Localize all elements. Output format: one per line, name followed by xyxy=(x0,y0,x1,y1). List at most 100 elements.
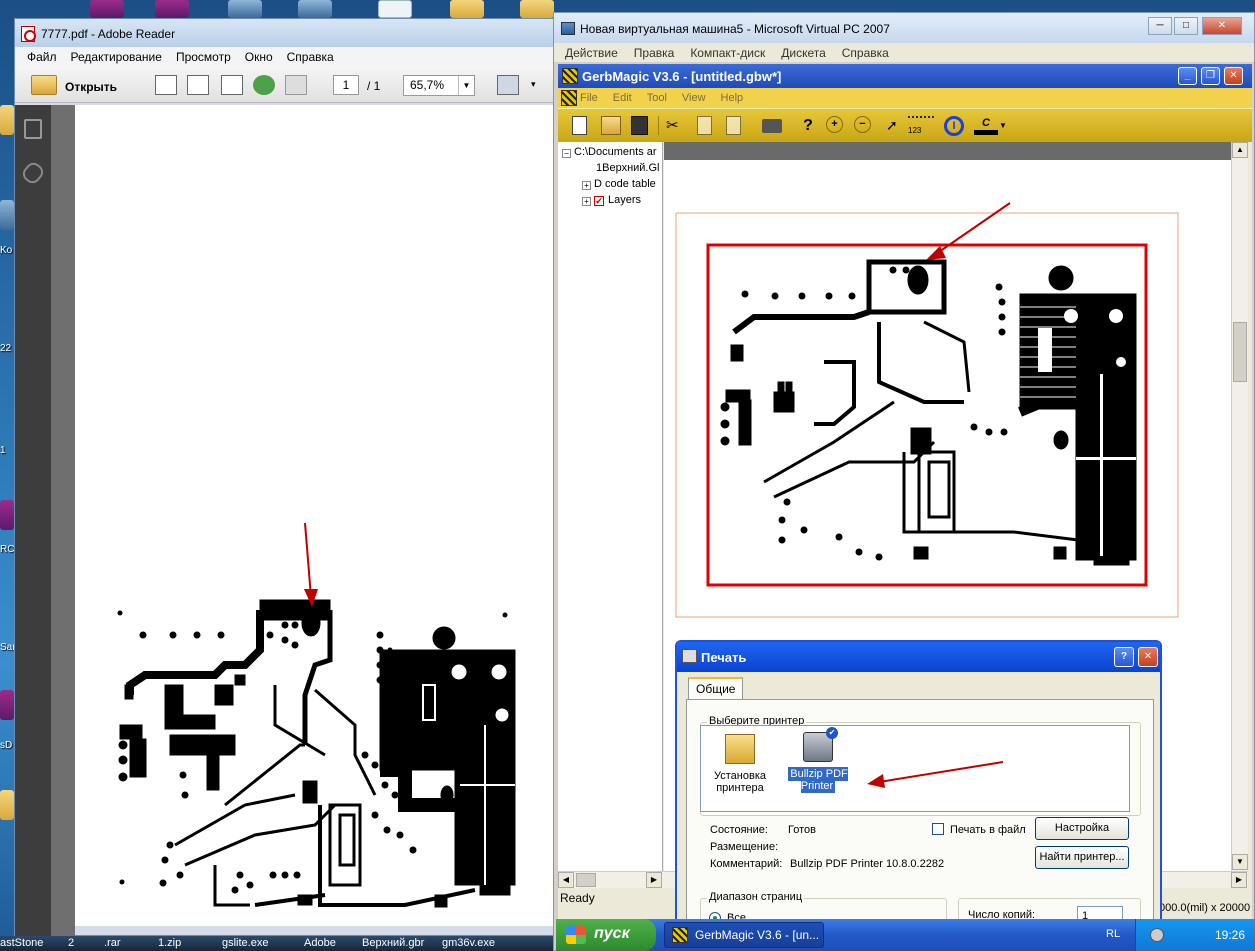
checkbox-checked-icon[interactable]: ✔ xyxy=(594,196,604,206)
folder-icon[interactable] xyxy=(520,0,554,18)
desktop-file-label[interactable]: Adobe xyxy=(304,937,336,949)
menu-edit[interactable]: Edit xyxy=(613,92,632,104)
computer-icon[interactable] xyxy=(228,0,262,18)
start-button[interactable]: пуск xyxy=(556,919,656,951)
scroll-down-icon[interactable]: ▼ xyxy=(1232,854,1248,870)
zoom-in-icon[interactable]: + xyxy=(826,116,843,133)
rar-archive-icon[interactable] xyxy=(155,0,189,18)
gerbmagic-titlebar[interactable]: GerbMagic V3.6 - [untitled.gbw*] _ ❐ ✕ xyxy=(558,64,1252,88)
folder-icon[interactable] xyxy=(450,0,484,18)
pdf-page[interactable] xyxy=(75,105,564,926)
help-icon[interactable]: ? xyxy=(798,116,818,135)
scroll-right-icon[interactable]: ▶ xyxy=(1231,872,1247,888)
folder-icon[interactable] xyxy=(0,105,14,135)
open-folder-icon[interactable] xyxy=(31,75,57,95)
taskbar-item-gerbmagic[interactable]: GerbMagic V3.6 - [un... xyxy=(664,922,824,948)
document-icon[interactable] xyxy=(378,0,412,18)
printer-item-bullzip[interactable]: Bullzip PDF Printer xyxy=(783,727,853,793)
tree-dcode[interactable]: + D code table xyxy=(582,178,656,190)
menu-help[interactable]: Справка xyxy=(842,46,889,60)
desktop-file-label[interactable]: Верхний.gbr xyxy=(362,937,424,949)
print-dialog-titlebar[interactable]: Печать ? ✕ xyxy=(677,642,1160,672)
measure-icon[interactable]: 123 xyxy=(908,116,934,135)
combine-files-icon[interactable] xyxy=(187,75,209,95)
expand-icon[interactable]: + xyxy=(582,181,591,190)
cut-icon[interactable]: ✂ xyxy=(666,116,686,135)
menu-edit[interactable]: Редактирование xyxy=(71,50,162,64)
menu-edit[interactable]: Правка xyxy=(634,46,675,60)
menu-view[interactable]: View xyxy=(682,92,706,104)
close-button[interactable]: ✕ xyxy=(1224,67,1243,85)
zoom-select[interactable]: 65,7% ▼ xyxy=(403,75,475,96)
menu-help[interactable]: Справка xyxy=(287,50,334,64)
menu-file[interactable]: File xyxy=(580,92,598,104)
close-button[interactable]: ✕ xyxy=(1138,647,1158,667)
menu-floppy[interactable]: Дискета xyxy=(781,46,826,60)
upload-icon[interactable] xyxy=(253,75,275,95)
menu-action[interactable]: Действие xyxy=(565,46,618,60)
fullscreen-icon[interactable] xyxy=(497,75,519,95)
network-icon[interactable] xyxy=(298,0,332,18)
scroll-thumb[interactable] xyxy=(576,873,596,887)
tree-file[interactable]: 1Верхний.Gl xyxy=(596,162,660,174)
open-folder-icon[interactable] xyxy=(601,116,621,135)
chevron-down-icon[interactable]: ▼ xyxy=(999,116,1007,135)
desktop-file-label[interactable]: .rar xyxy=(104,937,121,949)
toolbar-overflow-icon[interactable]: ▾ xyxy=(531,79,536,90)
tree-layers[interactable]: + ✔ Layers xyxy=(582,194,641,206)
scroll-left-icon[interactable]: ◀ xyxy=(558,872,574,888)
info-icon[interactable]: I xyxy=(944,116,964,136)
collapse-icon[interactable]: − xyxy=(562,149,571,158)
print-to-file-checkbox[interactable] xyxy=(932,823,944,835)
desktop-file-label[interactable]: 1.zip xyxy=(158,937,181,949)
expand-icon[interactable]: + xyxy=(582,197,591,206)
sign-icon[interactable] xyxy=(221,75,243,95)
pointer-icon[interactable]: ➚ xyxy=(886,116,906,135)
vpc-titlebar[interactable]: Новая виртуальная машина5 - Microsoft Vi… xyxy=(554,13,1254,43)
desktop-file-label[interactable]: gslite.exe xyxy=(222,937,268,949)
open-button[interactable]: Открыть xyxy=(65,80,117,94)
scroll-up-icon[interactable]: ▲ xyxy=(1232,142,1248,158)
page-number-input[interactable]: 1 xyxy=(333,75,359,95)
minimize-button[interactable]: _ xyxy=(1178,67,1197,85)
maximize-button[interactable]: □ xyxy=(1174,17,1198,35)
menu-view[interactable]: Просмотр xyxy=(176,50,231,64)
save-icon[interactable] xyxy=(285,75,307,95)
save-icon[interactable] xyxy=(631,116,648,135)
pages-panel-icon[interactable] xyxy=(24,119,42,139)
vertical-scrollbar[interactable]: ▲ ▼ xyxy=(1231,142,1248,871)
color-icon[interactable]: C xyxy=(974,116,998,135)
find-printer-button[interactable]: Найти принтер... xyxy=(1035,846,1129,869)
rar-archive-icon[interactable] xyxy=(90,0,124,18)
close-button[interactable]: ✕ xyxy=(1202,17,1242,35)
desktop-file-label[interactable]: astStone xyxy=(0,937,43,949)
language-indicator[interactable]: RL xyxy=(1106,928,1120,940)
tree-root[interactable]: − C:\Documents ar xyxy=(562,146,657,158)
attachment-icon[interactable] xyxy=(19,159,47,187)
recycle-bin-icon[interactable] xyxy=(0,200,14,230)
desktop-file-label[interactable]: 2 xyxy=(68,937,74,949)
scroll-right-icon[interactable]: ▶ xyxy=(646,872,662,888)
tray-volume-icon[interactable] xyxy=(1150,928,1164,942)
adobe-titlebar[interactable]: 7777.pdf - Adobe Reader xyxy=(15,19,563,47)
paste-icon[interactable] xyxy=(726,116,741,135)
menu-cd[interactable]: Компакт-диск xyxy=(690,46,765,60)
rar-archive-icon[interactable] xyxy=(0,690,14,720)
rar-archive-icon[interactable] xyxy=(0,500,14,530)
new-file-icon[interactable] xyxy=(572,116,587,135)
create-pdf-icon[interactable] xyxy=(155,75,177,95)
folder-icon[interactable] xyxy=(0,790,14,820)
restore-button[interactable]: ❐ xyxy=(1201,67,1220,85)
menu-window[interactable]: Окно xyxy=(245,50,273,64)
menu-help[interactable]: Help xyxy=(721,92,744,104)
printer-item-add[interactable]: Установка принтера xyxy=(705,734,775,794)
desktop-file-label[interactable]: gm36v.exe xyxy=(442,937,495,949)
tab-general[interactable]: Общие xyxy=(688,677,744,699)
copy-icon[interactable] xyxy=(697,116,712,135)
menu-file[interactable]: Файл xyxy=(27,50,57,64)
print-icon[interactable] xyxy=(762,119,782,133)
help-button[interactable]: ? xyxy=(1114,647,1134,667)
zoom-out-icon[interactable]: − xyxy=(854,116,871,133)
minimize-button[interactable]: ─ xyxy=(1148,17,1172,35)
chevron-down-icon[interactable]: ▼ xyxy=(458,76,474,95)
